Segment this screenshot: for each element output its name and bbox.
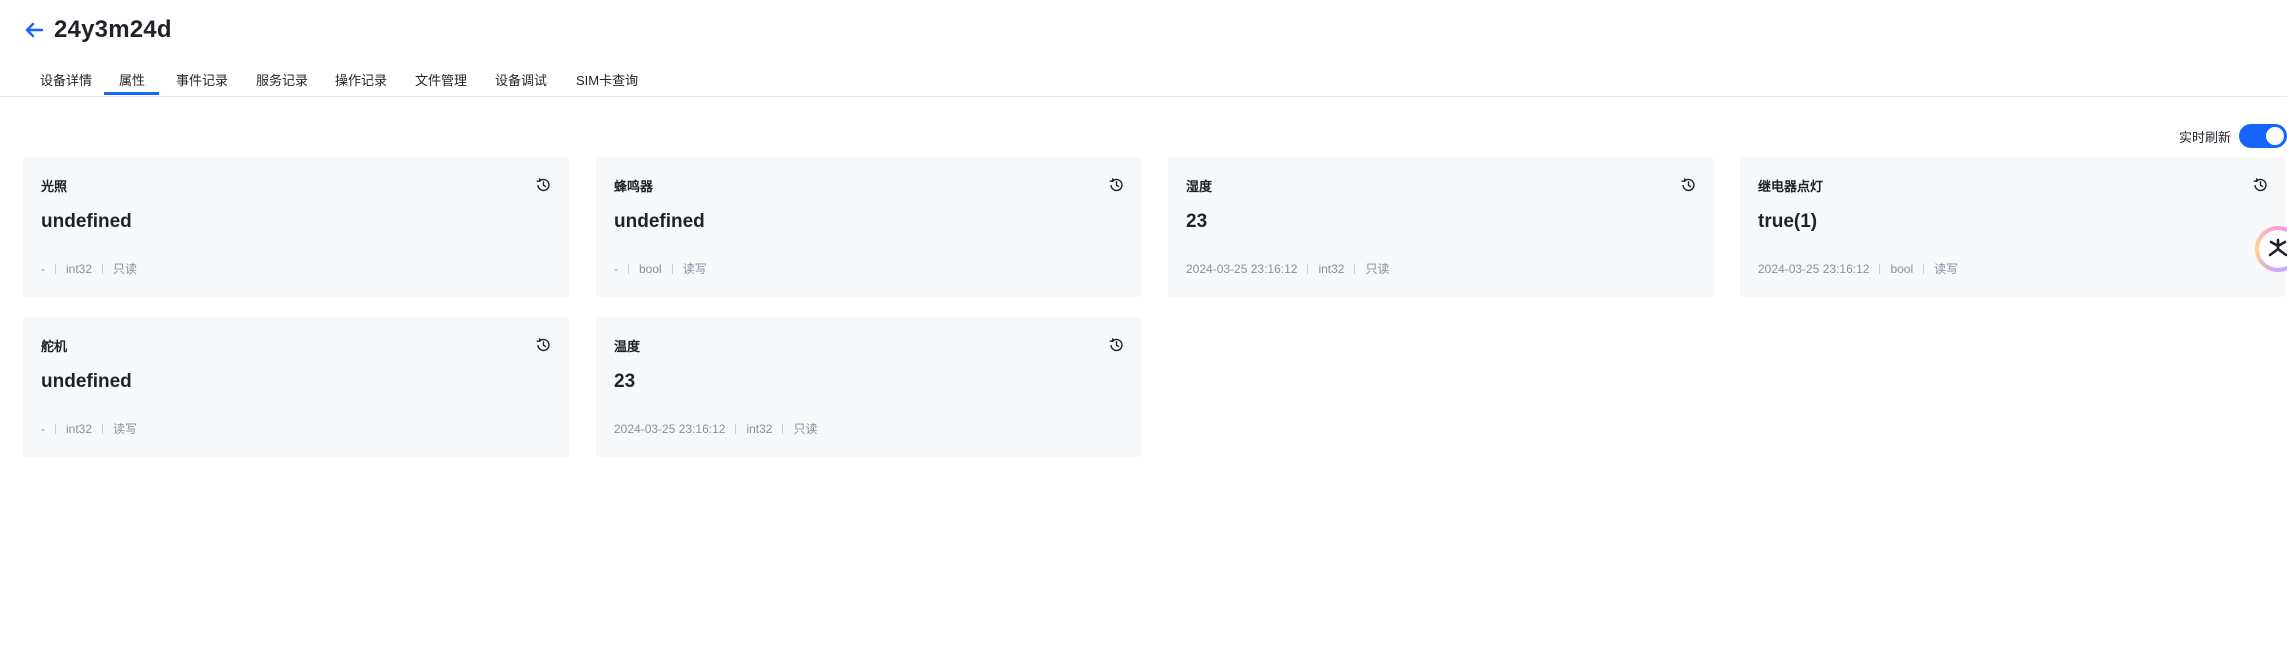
page-header: 24y3m24d (24, 14, 172, 46)
divider (55, 423, 56, 434)
property-meta: 2024-03-25 23:16:12 int32 只读 (614, 420, 817, 437)
property-meta: 2024-03-25 23:16:12 int32 只读 (1186, 260, 1389, 277)
property-card-relay-light: 继电器点灯 true(1) 2024-03-25 23:16:12 bool 读… (1740, 157, 2286, 297)
divider (671, 263, 673, 274)
property-card-temperature: 温度 23 2024-03-25 23:16:12 int32 只读 (596, 317, 1142, 457)
property-value: true(1) (1758, 211, 1818, 232)
divider (1307, 263, 1309, 274)
realtime-refresh-toggle[interactable] (2239, 124, 2287, 148)
divider (1923, 263, 1925, 274)
history-icon[interactable] (535, 177, 551, 193)
property-meta: - bool 读写 (614, 260, 707, 277)
property-time: - (41, 421, 45, 436)
divider (782, 423, 784, 434)
property-type: int32 (66, 261, 93, 276)
realtime-refresh-label: 实时刷新 (2178, 129, 2231, 145)
property-access: 只读 (793, 422, 818, 436)
divider (102, 423, 104, 434)
property-access: 读写 (1934, 262, 1959, 276)
property-card-buzzer: 蜂鸣器 undefined - bool 读写 (596, 157, 1142, 297)
divider (1354, 263, 1356, 274)
toggle-knob (2266, 127, 2284, 145)
divider (1879, 263, 1881, 274)
page-title: 24y3m24d (54, 16, 172, 43)
property-time: 2024-03-25 23:16:12 (1758, 261, 1870, 276)
tab-event-records[interactable]: 事件记录 (176, 70, 228, 89)
property-value: undefined (41, 371, 132, 392)
property-access: 读写 (113, 422, 138, 436)
property-card-humidity: 湿度 23 2024-03-25 23:16:12 int32 只读 (1168, 157, 1714, 297)
property-type: bool (1890, 261, 1914, 276)
property-time: - (41, 261, 45, 276)
history-icon[interactable] (1108, 337, 1124, 353)
tab-device-details[interactable]: 设备详情 (40, 70, 92, 89)
history-icon[interactable] (1108, 177, 1124, 193)
property-name: 继电器点灯 (1758, 179, 1824, 194)
property-time: 2024-03-25 23:16:12 (614, 421, 726, 436)
property-value: undefined (614, 211, 705, 232)
property-name: 光照 (41, 179, 68, 194)
property-card-servo: 舵机 undefined - int32 读写 (23, 317, 569, 457)
property-value: 23 (1186, 211, 1208, 232)
property-type: bool (639, 261, 662, 276)
history-icon[interactable] (535, 337, 551, 353)
property-value: undefined (41, 211, 132, 232)
divider (735, 423, 737, 434)
property-access: 读写 (682, 262, 707, 276)
tab-operation-records[interactable]: 操作记录 (335, 70, 387, 89)
property-type: int32 (746, 421, 773, 436)
property-time: 2024-03-25 23:16:12 (1186, 261, 1298, 276)
property-meta: - int32 读写 (41, 420, 137, 437)
active-tab-indicator (104, 92, 159, 95)
property-card-light: 光照 undefined - int32 只读 (23, 157, 569, 297)
arrow-left-icon[interactable] (24, 20, 44, 40)
tab-service-records[interactable]: 服务记录 (256, 70, 308, 89)
property-name: 湿度 (1186, 179, 1213, 194)
divider (102, 263, 104, 274)
property-access: 只读 (113, 262, 138, 276)
tab-properties[interactable]: 属性 (119, 70, 145, 89)
history-icon[interactable] (2252, 177, 2268, 193)
property-time: - (614, 261, 618, 276)
property-type: int32 (66, 421, 93, 436)
device-detail-page: 24y3m24d 设备详情 属性 事件记录 服务记录 操作记录 文件管理 设备调… (0, 0, 2287, 656)
tab-file-management[interactable]: 文件管理 (415, 70, 467, 89)
realtime-refresh: 实时刷新 (2179, 124, 2287, 148)
assistant-logo-inner (2259, 230, 2287, 268)
property-access: 只读 (1365, 262, 1390, 276)
divider (55, 263, 56, 274)
tab-bar: 设备详情 属性 事件记录 服务记录 操作记录 文件管理 设备调试 SIM卡查询 (0, 62, 2287, 97)
history-icon[interactable] (1680, 177, 1696, 193)
tab-sim-query[interactable]: SIM卡查询 (576, 70, 638, 89)
tab-device-debug[interactable]: 设备调试 (495, 70, 547, 89)
property-name: 舵机 (41, 339, 68, 354)
property-name: 蜂鸣器 (614, 179, 654, 194)
property-type: int32 (1318, 261, 1345, 276)
property-name: 温度 (614, 339, 641, 354)
property-value: 23 (614, 371, 636, 392)
property-meta: 2024-03-25 23:16:12 bool 读写 (1758, 260, 1958, 277)
divider (628, 263, 629, 274)
property-meta: - int32 只读 (41, 260, 137, 277)
